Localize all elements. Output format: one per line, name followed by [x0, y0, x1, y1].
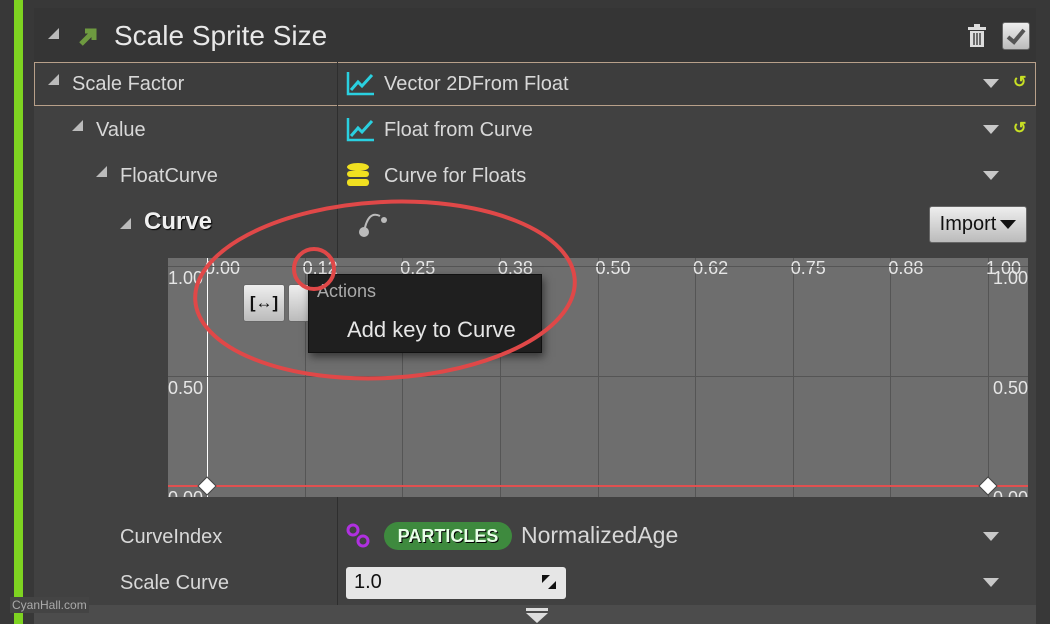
module-enabled-bar	[14, 0, 23, 624]
expand-advanced-icon[interactable]	[526, 608, 548, 624]
value-value[interactable]: Float from Curve	[384, 119, 533, 142]
curve-editor-icon[interactable]	[356, 206, 392, 238]
curve-index-value[interactable]: NormalizedAge	[521, 522, 678, 549]
reset-to-default-icon[interactable]: ↺	[1013, 118, 1026, 138]
trash-icon[interactable]	[966, 24, 988, 48]
dropdown-arrow-icon[interactable]	[983, 532, 999, 541]
database-icon	[347, 163, 369, 186]
curve-chart-icon	[346, 118, 374, 142]
collapse-arrow-icon[interactable]	[48, 28, 59, 39]
module-title: Scale Sprite Size	[114, 20, 328, 51]
fit-horizontal-button[interactable]: [↔]	[243, 284, 285, 322]
dropdown-arrow-icon[interactable]	[983, 578, 999, 587]
curve-key[interactable]	[197, 476, 217, 496]
dropdown-arrow-icon[interactable]	[983, 125, 999, 134]
link-icon	[346, 523, 370, 548]
watermark: CyanHall.com	[10, 597, 89, 613]
value-label: Value	[96, 119, 146, 141]
fit-vertical-button[interactable]	[288, 284, 310, 322]
scale-factor-value[interactable]: Vector 2DFrom Float	[384, 73, 569, 96]
dropdown-arrow-icon[interactable]	[983, 79, 999, 88]
curve-chart-icon	[346, 72, 374, 96]
float-curve-value[interactable]: Curve for Floats	[384, 165, 526, 188]
module-arrow-icon	[79, 28, 97, 46]
checkmark-icon	[1006, 28, 1026, 45]
curve-index-label: CurveIndex	[120, 526, 223, 548]
resize-handle-icon[interactable]	[540, 573, 558, 591]
reset-to-default-icon[interactable]: ↺	[1013, 72, 1026, 92]
enable-checkbox[interactable]	[1002, 22, 1030, 50]
expand-arrow-icon[interactable]	[72, 120, 83, 131]
dropdown-arrow-icon	[1000, 220, 1017, 229]
dropdown-arrow-icon[interactable]	[983, 171, 999, 180]
import-button[interactable]: Import	[929, 206, 1027, 243]
curve-key[interactable]	[978, 476, 998, 496]
menu-item-add-key[interactable]: Add key to Curve	[347, 317, 516, 343]
expand-arrow-icon[interactable]	[96, 166, 107, 177]
scale-factor-label: Scale Factor	[72, 73, 185, 95]
import-label: Import	[939, 213, 997, 235]
menu-section-header: Actions	[317, 281, 377, 301]
scale-curve-label: Scale Curve	[120, 572, 229, 594]
scale-curve-input[interactable]: 1.0	[346, 567, 566, 599]
curve-label: Curve	[144, 208, 213, 235]
float-curve-label: FloatCurve	[120, 165, 218, 187]
expand-arrow-icon[interactable]	[48, 74, 59, 85]
context-menu: Actions Add key to Curve	[308, 274, 542, 353]
expand-arrow-icon[interactable]	[120, 218, 131, 229]
namespace-badge: PARTICLES	[384, 522, 512, 550]
scale-curve-value: 1.0	[354, 571, 382, 593]
